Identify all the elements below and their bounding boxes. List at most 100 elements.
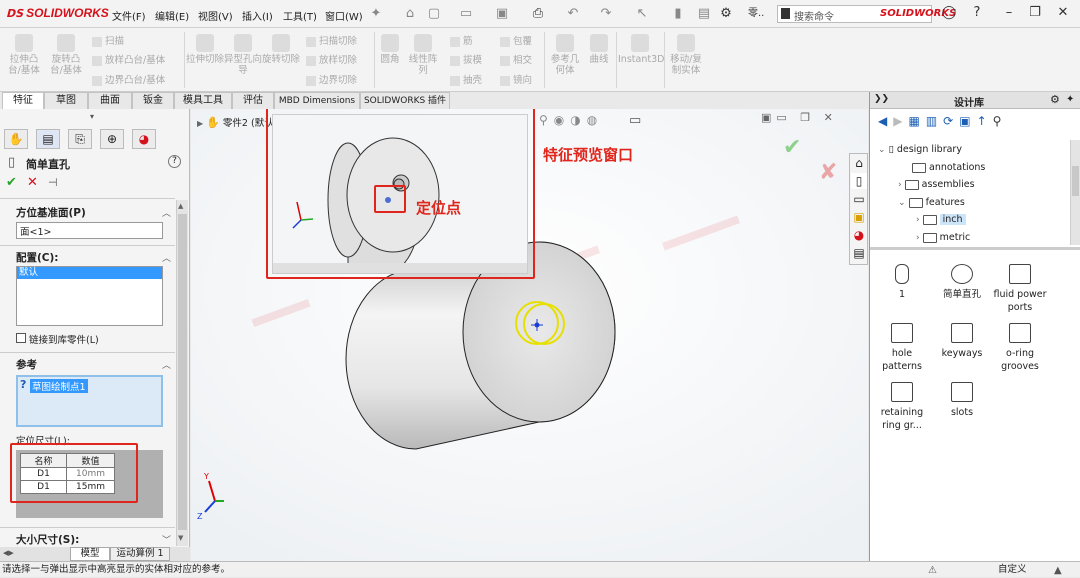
ok-checkmark-button[interactable]: ✔	[6, 175, 17, 190]
print-icon[interactable]: ⎙	[530, 6, 546, 22]
shell-button[interactable]: 抽壳	[450, 72, 482, 86]
hole-wizard-button[interactable]: 异型孔向导	[224, 34, 262, 76]
tab-model[interactable]: 模型	[70, 547, 110, 561]
new-folder-icon[interactable]: ▣	[959, 114, 976, 128]
section-size-collapse-icon[interactable]: ﹀	[162, 533, 171, 546]
library-item[interactable]: keyways	[933, 323, 991, 360]
tree-item-metric[interactable]: › metric	[916, 232, 970, 243]
tab-sheet-metal[interactable]: 钣金	[132, 92, 174, 109]
select-arrow-icon[interactable]: ↖	[634, 6, 650, 22]
solidworks-resources-tab-icon[interactable]: ⌂	[851, 155, 867, 171]
confirm-corner-cancel-icon[interactable]: ✘	[819, 160, 837, 185]
minimize-button[interactable]: –	[1000, 5, 1018, 23]
close-button[interactable]: ✕	[1054, 5, 1072, 23]
graphics-viewport[interactable]: Y Z ✔ ✘ ⚲◉◑◍ ▭ ▣▭ ❐ ✕ ▶ ✋ 零件2 (默认<<默认>_显…	[191, 109, 868, 561]
revolved-cut-button[interactable]: 旋转切除	[262, 34, 300, 65]
cancel-x-button[interactable]: ✕	[27, 175, 38, 190]
sweep-button[interactable]: 扫描	[92, 33, 124, 47]
undo-icon[interactable]: ↶	[565, 6, 581, 22]
menu-edit[interactable]: 编辑(E)	[155, 8, 189, 23]
reference-list[interactable]: ? 草图绘制点1	[16, 375, 163, 427]
revolved-boss-button[interactable]: 旋转凸台/基体	[46, 34, 86, 76]
boundary-boss-button[interactable]: 边界凸台/基体	[92, 72, 165, 86]
pushpin-icon[interactable]: ⊣	[48, 176, 58, 189]
scrollbar-thumb[interactable]	[178, 214, 187, 530]
menu-file[interactable]: 文件(F)	[112, 8, 146, 23]
feature-manager-tab-icon[interactable]: ✋	[4, 129, 28, 149]
view-palette-tab-icon[interactable]: ▣	[851, 209, 867, 225]
file-properties-icon[interactable]: ▤	[696, 6, 712, 22]
app-logo[interactable]: 𝗗𝗦 SOLIDWORKS	[6, 6, 109, 20]
library-item[interactable]: retaining ring gr...	[873, 382, 931, 432]
tab-motion-study[interactable]: 运动算例 1	[110, 547, 170, 561]
file-explorer-tab-icon[interactable]: ▭	[851, 191, 867, 207]
extruded-cut-button[interactable]: 拉伸切除	[186, 34, 224, 65]
tree-item-design-library[interactable]: ⌄ ▯ design library	[878, 144, 962, 155]
tab-surfaces[interactable]: 曲面	[88, 92, 132, 109]
extruded-boss-button[interactable]: 拉伸凸台/基体	[4, 34, 44, 76]
pin-icon[interactable]: ✦	[368, 6, 384, 22]
reference-geometry-button[interactable]: 参考几何体	[548, 34, 582, 76]
more-icon[interactable]: 零..	[748, 6, 764, 22]
scroll-down-icon[interactable]: ▼	[178, 534, 183, 542]
fillet-button[interactable]: 圆角	[376, 34, 404, 65]
save-icon[interactable]: ▣	[494, 6, 510, 22]
config-list-item-selected[interactable]: 默认	[17, 267, 162, 279]
view-settings-icon[interactable]: ▭	[629, 113, 641, 128]
viewport-window-controls[interactable]: ▣▭ ❐ ✕	[761, 111, 838, 124]
rib-button[interactable]: 筋	[450, 33, 473, 47]
appearances-tab-icon[interactable]: ◕	[851, 227, 867, 243]
move-copy-body-button[interactable]: 移动/复制实体	[668, 34, 704, 76]
swept-cut-button[interactable]: 扫描切除	[306, 33, 357, 47]
units-mode-label[interactable]: 自定义	[998, 562, 1027, 577]
mirror-button[interactable]: 镜向	[500, 72, 532, 86]
tab-scroll-left-icon[interactable]: ◀▶	[3, 549, 14, 557]
intersect-button[interactable]: 相交	[500, 52, 532, 66]
wrap-button[interactable]: 包覆	[500, 33, 532, 47]
display-manager-tab-icon[interactable]: ◕	[132, 129, 156, 149]
reference-item[interactable]: 草图绘制点1	[30, 379, 88, 393]
tab-features[interactable]: 特征	[2, 92, 44, 109]
add-to-library-icon[interactable]: ▦	[908, 114, 925, 128]
instant3d-button[interactable]: Instant3D	[618, 34, 664, 65]
options-gear-icon[interactable]: ⚙	[718, 6, 734, 22]
lofted-cut-button[interactable]: 放样切除	[306, 52, 357, 66]
confirm-corner-check-icon[interactable]: ✔	[783, 135, 801, 160]
face-selection-field[interactable]: 面<1>	[16, 222, 163, 239]
tab-evaluate[interactable]: 评估	[232, 92, 274, 109]
property-manager-tab-icon[interactable]: ▤	[36, 129, 60, 149]
draft-button[interactable]: 拔模	[450, 52, 482, 66]
new-document-icon[interactable]: ▢	[426, 6, 442, 22]
collapse-panel-icon[interactable]: ❯❯	[874, 94, 889, 104]
add-file-location-icon[interactable]: ▥	[926, 114, 943, 128]
tab-solidworks-addins[interactable]: SOLIDWORKS 插件	[360, 92, 450, 109]
tree-scrollbar[interactable]	[1070, 140, 1080, 245]
link-library-checkbox[interactable]	[16, 333, 26, 343]
section-face-collapse-icon[interactable]: ︿	[162, 206, 171, 219]
user-icon[interactable]: ◯	[940, 5, 958, 23]
tree-item-features[interactable]: ⌄ features	[898, 197, 965, 208]
library-item[interactable]: slots	[933, 382, 991, 419]
tab-sketch[interactable]: 草图	[44, 92, 88, 109]
library-item[interactable]: fluid power ports	[991, 264, 1049, 314]
tab-mbd-dimensions[interactable]: MBD Dimensions	[274, 92, 360, 109]
library-item[interactable]: hole patterns	[873, 323, 931, 373]
library-item[interactable]: o-ring grooves	[991, 323, 1049, 373]
dimxpert-tab-icon[interactable]: ⊕	[100, 129, 124, 149]
tree-scrollbar-thumb[interactable]	[1072, 166, 1079, 196]
custom-properties-tab-icon[interactable]: ▤	[851, 245, 867, 261]
section-config-collapse-icon[interactable]: ︿	[162, 251, 171, 264]
linear-pattern-button[interactable]: 线性阵列	[406, 34, 440, 76]
status-expand-icon[interactable]: ▲	[1054, 563, 1062, 578]
curves-button[interactable]: 曲线	[584, 34, 614, 65]
menu-window[interactable]: 窗口(W)	[325, 8, 363, 23]
tab-mold-tools[interactable]: 模具工具	[174, 92, 232, 109]
panel-splitter[interactable]	[870, 247, 1080, 250]
design-library-tab-icon[interactable]: ▯	[851, 173, 867, 189]
refresh-icon[interactable]: ⟳	[943, 114, 959, 128]
traffic-light-icon[interactable]: ▮	[670, 6, 686, 22]
home-icon[interactable]: ⌂	[402, 6, 418, 22]
back-icon[interactable]: ◀	[878, 114, 893, 128]
property-panel-scrollbar[interactable]: ▲ ▼	[176, 200, 188, 546]
help-question-icon[interactable]: ?	[168, 155, 181, 168]
